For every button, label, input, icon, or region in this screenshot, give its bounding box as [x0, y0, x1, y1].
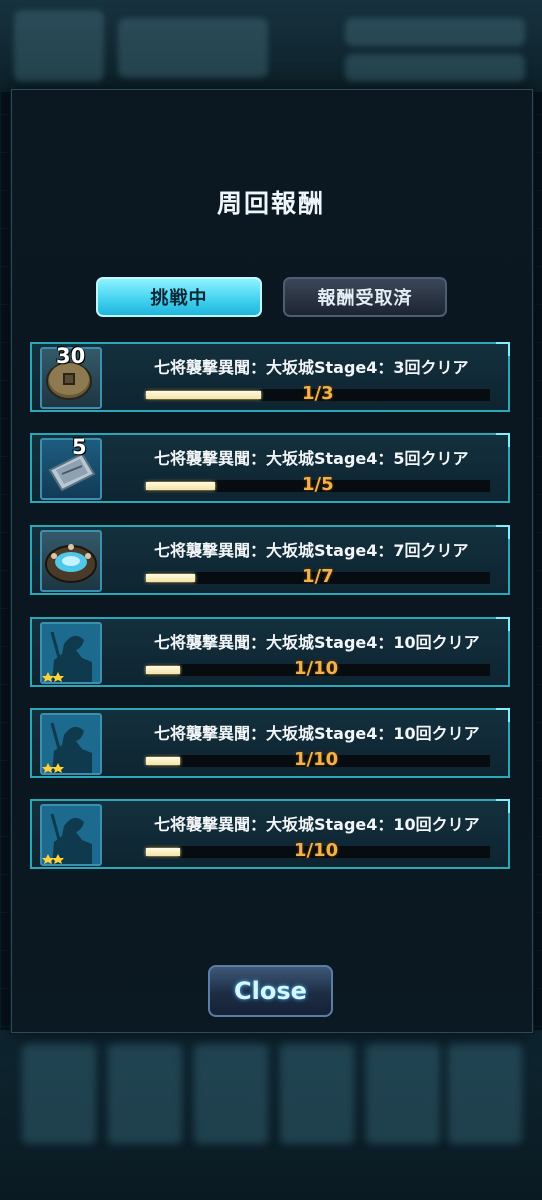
progress-fill — [146, 482, 215, 490]
reward-quantity: 30 — [56, 344, 86, 368]
reward-row: 七将襲撃異聞：大坂城Stage4：10回クリア 1/10 — [30, 799, 510, 869]
ticket-icon — [40, 438, 102, 500]
progress-text: 1/10 — [294, 749, 339, 770]
reward-label: 七将襲撃異聞：大坂城Stage4：3回クリア — [154, 358, 469, 377]
progress-fill — [146, 848, 180, 856]
progress-text: 1/10 — [294, 840, 339, 861]
dialog-title: 周回報酬 — [216, 189, 325, 218]
progress-fill — [146, 391, 261, 399]
progress-text: 1/10 — [294, 658, 339, 679]
reward-row: 七将襲撃異聞：大坂城Stage4：10回クリア 1/10 — [30, 617, 510, 687]
reward-row: 30 七将襲撃異聞：大坂城Stage4：3回クリア 1/3 — [30, 342, 510, 412]
reward-label: 七将襲撃異聞：大坂城Stage4：5回クリア — [154, 449, 469, 468]
reward-row: 七将襲撃異聞：大坂城Stage4：10回クリア 1/10 — [30, 708, 510, 778]
warrior-silhouette-icon — [40, 713, 102, 775]
progress-text: 1/3 — [302, 383, 334, 404]
tab-claimed[interactable]: 報酬受取済 — [283, 277, 447, 317]
reward-label: 七将襲撃異聞：大坂城Stage4：10回クリア — [154, 633, 480, 652]
close-button[interactable]: Close — [208, 965, 333, 1017]
background-header — [0, 0, 542, 92]
gem-stone-icon — [40, 530, 102, 592]
background-footer-menu — [0, 1030, 542, 1200]
reward-label: 七将襲撃異聞：大坂城Stage4：10回クリア — [154, 724, 480, 743]
progress-text: 1/7 — [302, 566, 334, 587]
warrior-silhouette-icon — [40, 804, 102, 866]
progress-fill — [146, 574, 195, 582]
progress-fill — [146, 666, 180, 674]
reward-label: 七将襲撃異聞：大坂城Stage4：10回クリア — [154, 815, 480, 834]
reward-quantity: 5 — [72, 435, 87, 459]
warrior-silhouette-icon — [40, 622, 102, 684]
progress-text: 1/5 — [302, 474, 334, 495]
reward-row: 七将襲撃異聞：大坂城Stage4：7回クリア 1/7 — [30, 525, 510, 595]
reward-row: 5 七将襲撃異聞：大坂城Stage4：5回クリア 1/5 — [30, 433, 510, 503]
tab-in-progress[interactable]: 挑戦中 — [96, 277, 262, 317]
reward-label: 七将襲撃異聞：大坂城Stage4：7回クリア — [154, 541, 469, 560]
progress-fill — [146, 757, 180, 765]
